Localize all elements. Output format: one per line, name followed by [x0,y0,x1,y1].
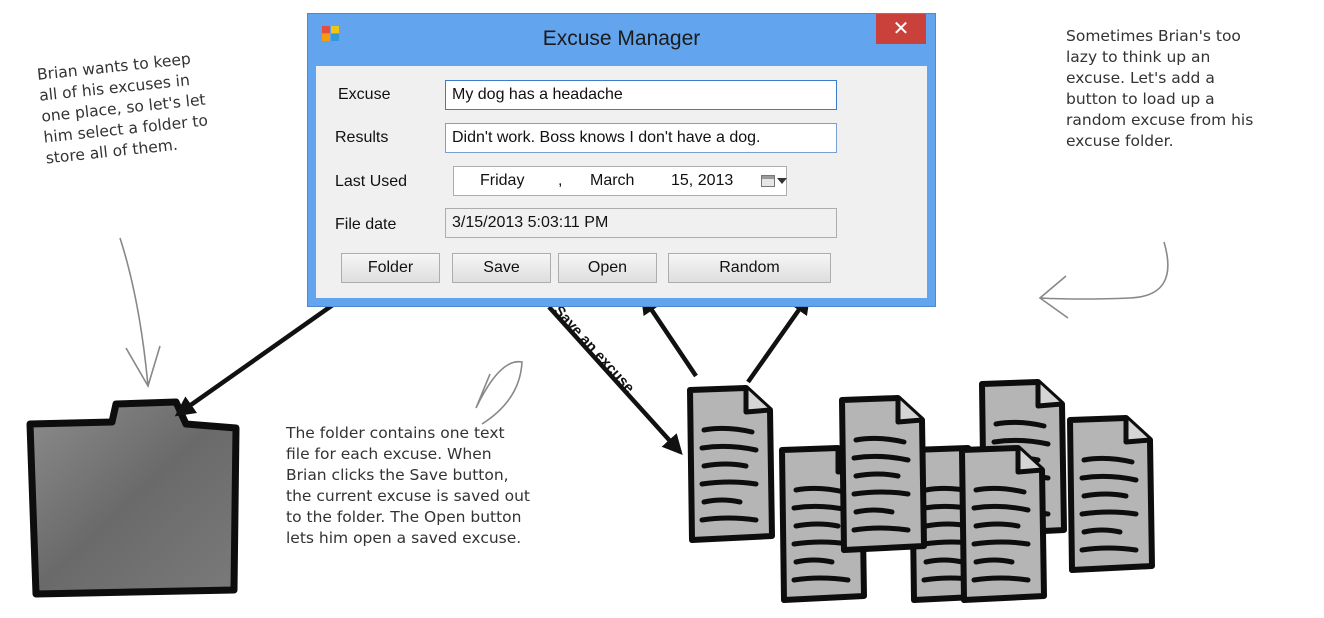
form-body: Excuse My dog has a headache Results Did… [316,66,927,298]
results-input[interactable]: Didn't work. Boss knows I don't have a d… [445,123,837,153]
calendar-icon [761,175,775,187]
pointer-arrow-right [1038,241,1169,319]
file-date-field: 3/15/2013 5:03:11 PM [445,208,837,238]
excuse-label: Excuse [338,86,391,103]
last-used-date-picker[interactable]: Friday , March 15, 2013 [453,166,787,196]
date-weekday: Friday [480,172,525,189]
results-label: Results [335,129,389,146]
folder-arrow [174,295,346,417]
date-separator: , [558,172,563,189]
date-month: March [590,172,635,189]
document-icon [1070,418,1152,570]
date-day-year: 15, 2013 [671,172,734,189]
save-button[interactable]: Save [452,253,551,283]
pointer-arrow-left [119,237,161,389]
pointer-arrow-bottom [475,360,523,425]
open-button[interactable]: Open [558,253,657,283]
random-arrow [746,293,811,384]
document-icon [690,388,772,540]
window-title: Excuse Manager [542,27,701,50]
title-bar: Excuse Manager ✕ [308,14,935,66]
file-date-label: File date [335,216,397,233]
excuse-manager-window: Excuse Manager ✕ Excuse My dog has a hea… [307,13,936,307]
save-arrow-label: Save an excuse [550,302,638,396]
folder-icon [26,398,240,598]
document-icon [842,398,924,550]
document-icon [962,448,1044,600]
folder-button[interactable]: Folder [341,253,440,283]
open-arrow [640,293,698,378]
excuse-input[interactable]: My dog has a headache [445,80,837,110]
chevron-down-icon [777,178,787,184]
close-button[interactable]: ✕ [876,14,926,44]
random-button[interactable]: Random [668,253,831,283]
last-used-label: Last Used [335,173,408,190]
